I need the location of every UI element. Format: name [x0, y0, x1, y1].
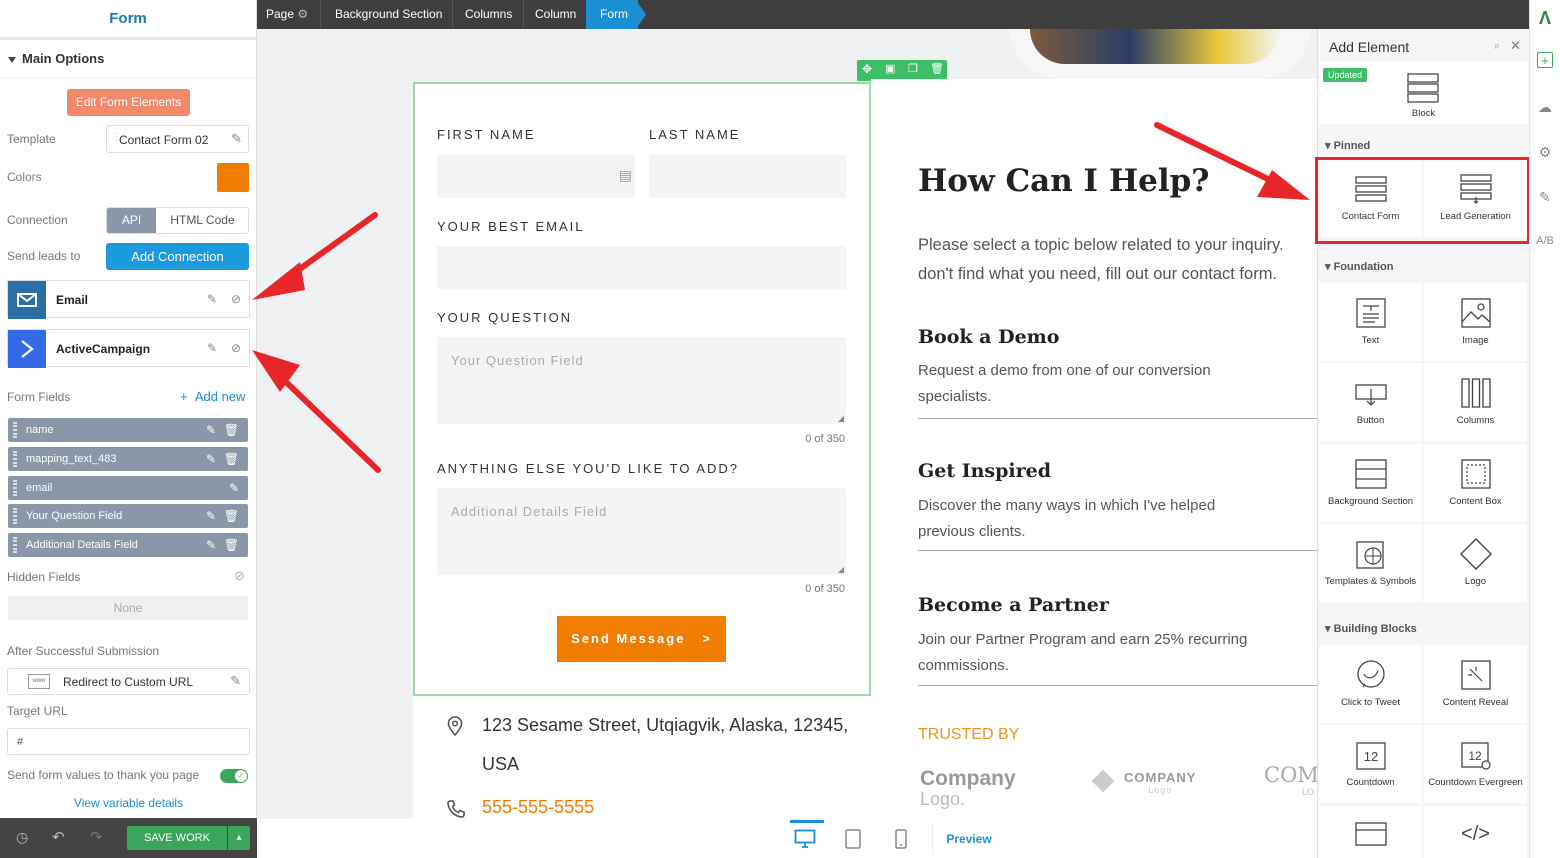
annotation-arrows	[252, 122, 1310, 473]
arrow-to-pinned	[1154, 122, 1310, 200]
arrow-to-email	[252, 212, 378, 300]
arrow-to-activecampaign	[252, 350, 381, 473]
